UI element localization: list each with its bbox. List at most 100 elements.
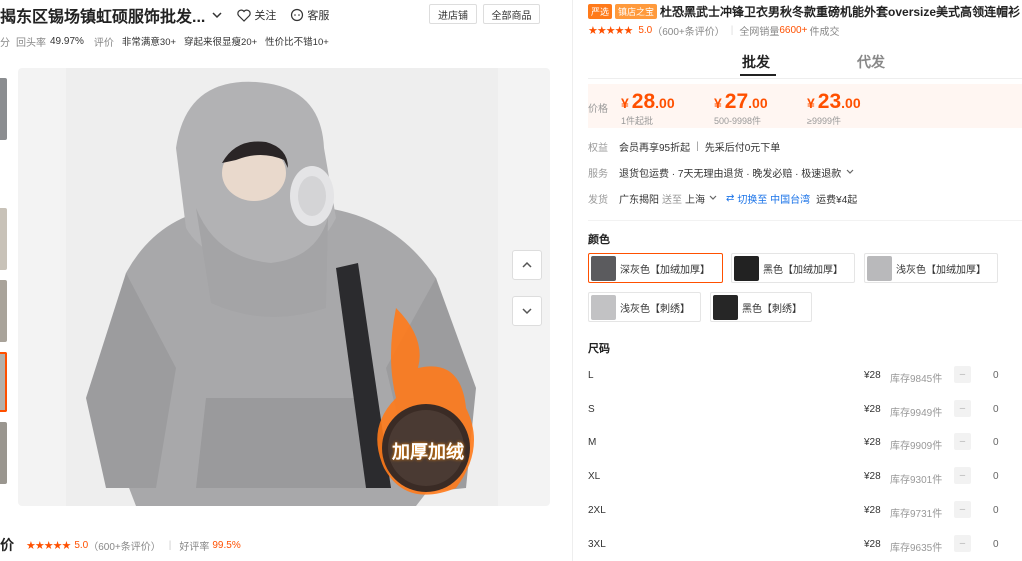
gallery-prev-button[interactable]	[512, 250, 542, 280]
sales-prefix: 全网销量	[739, 26, 780, 38]
shipping-fee: 运费¥4起	[816, 194, 858, 206]
review-tag[interactable]: 非常满意30+	[122, 34, 176, 48]
quantity-value[interactable]: 0	[993, 471, 999, 482]
size-row: XL ¥28 库存9301件 − 0	[588, 467, 1022, 487]
review-tag[interactable]: 性价比不错10+	[265, 34, 329, 48]
color-thumbnail	[734, 255, 759, 281]
decrease-button[interactable]: −	[954, 433, 971, 450]
product-review-count[interactable]: （600+条评价）	[652, 23, 725, 38]
currency: ¥	[714, 95, 722, 111]
benefits-row: 权益 会员再享95折起 | 先采后付0元下单	[588, 138, 780, 154]
star-rating-icon: ★★★★★	[26, 539, 71, 552]
size-row: 2XL ¥28 库存9731件 − 0	[588, 501, 1022, 521]
thumbnail[interactable]	[0, 422, 7, 484]
size-label: XL	[588, 471, 601, 482]
review-count[interactable]: （600+条评价）	[88, 538, 161, 553]
chevron-down-icon	[522, 308, 532, 315]
switch-icon: ⇄	[726, 192, 735, 204]
stats-prefix: 分	[0, 37, 10, 49]
follow-label: 关注	[254, 10, 277, 22]
thumbnail[interactable]	[0, 208, 7, 270]
customer-service-button[interactable]: 客服	[290, 7, 329, 23]
follow-button[interactable]: 关注	[237, 7, 276, 23]
color-thumbnail	[867, 255, 892, 281]
size-stock: 库存9731件	[890, 509, 943, 520]
all-products-button[interactable]: 全部商品	[483, 4, 540, 24]
decrease-button[interactable]: −	[954, 400, 971, 417]
sales-suffix: 件成交	[809, 26, 840, 38]
chevron-down-icon[interactable]	[708, 193, 718, 203]
shipping-destination[interactable]: 上海	[685, 191, 705, 206]
divider: |	[168, 539, 172, 551]
size-stock: 库存9301件	[890, 475, 943, 486]
review-label: 评价	[93, 37, 114, 49]
review-tag[interactable]: 穿起来很显瘦20+	[184, 34, 257, 48]
product-page: 揭东区锡场镇虹硕服饰批发... 关注 客服 进店铺 全部商品 分 回头率 49.…	[0, 0, 1022, 561]
enter-shop-button[interactable]: 进店铺	[429, 4, 477, 24]
quantity-value[interactable]: 0	[993, 505, 999, 516]
thumbnail-active[interactable]	[0, 352, 7, 412]
color-option[interactable]: 深灰色【加绒加厚】	[588, 253, 723, 283]
benefit-item[interactable]: 先采后付0元下单	[705, 139, 781, 154]
good-rate-value: 99.5%	[212, 539, 241, 551]
decrease-button[interactable]: −	[954, 535, 971, 552]
size-price: ¥28	[864, 505, 881, 516]
services-text[interactable]: 退货包运费 · 7天无理由退货 · 晚发必赔 · 极速退款	[619, 165, 841, 180]
color-thumbnail	[591, 294, 616, 320]
column-divider	[572, 0, 573, 561]
service-label: 客服	[307, 10, 330, 22]
color-option[interactable]: 浅灰色【刺绣】	[588, 292, 701, 322]
size-price: ¥28	[864, 404, 881, 415]
return-rate-label: 回头率	[16, 37, 46, 49]
shipping-label: 发货	[588, 194, 608, 206]
right-column: 严选 镇店之宝 杜恐黑武士冲锋卫衣男秋冬款重磅机能外套oversize美式高领连…	[588, 0, 1022, 561]
chevron-down-icon[interactable]	[845, 167, 855, 177]
tab-wholesale[interactable]: 批发	[742, 52, 770, 72]
tier-quantity: ≥9999件	[807, 116, 841, 126]
color-option[interactable]: 黑色【刺绣】	[710, 292, 812, 322]
divider	[588, 78, 1022, 79]
main-product-image[interactable]: 加厚加绒	[18, 68, 550, 506]
color-option[interactable]: 浅灰色【加绒加厚】	[864, 253, 998, 283]
quantity-value[interactable]: 0	[993, 370, 999, 381]
size-label: 2XL	[588, 505, 606, 516]
switch-region-link[interactable]: 切换至 中国台湾	[737, 191, 810, 206]
price-label: 价格	[588, 104, 608, 115]
color-option-label: 浅灰色【加绒加厚】	[896, 264, 986, 276]
shipping-origin: 广东揭阳	[619, 194, 659, 206]
sales-value: 6600+	[779, 24, 808, 36]
badge-store-treasure: 镇店之宝	[615, 3, 658, 19]
color-thumbnail	[713, 294, 738, 320]
decrease-button[interactable]: −	[954, 501, 971, 518]
thumbnail[interactable]	[0, 280, 7, 342]
color-option[interactable]: 黑色【加绒加厚】	[731, 253, 855, 283]
benefits-label: 权益	[588, 142, 608, 154]
review-title: 价	[0, 537, 14, 553]
quantity-value[interactable]: 0	[993, 539, 999, 550]
size-row: S ¥28 库存9949件 − 0	[588, 400, 1022, 420]
color-thumbnail	[591, 255, 616, 281]
price-int: 28	[631, 90, 656, 113]
price-tier: ¥23.00 ≥9999件	[807, 90, 861, 127]
size-stock: 库存9909件	[890, 441, 943, 452]
chevron-down-icon[interactable]	[211, 9, 223, 21]
product-title-row: 严选 镇店之宝 杜恐黑武士冲锋卫衣男秋冬款重磅机能外套oversize美式高领连…	[588, 3, 1020, 19]
badge-yanxuan: 严选	[588, 3, 613, 19]
quantity-value[interactable]: 0	[993, 437, 999, 448]
review-score: 5.0	[74, 539, 89, 551]
size-price: ¥28	[864, 471, 881, 482]
service-icon	[291, 8, 304, 22]
size-stock: 库存9845件	[890, 374, 943, 385]
gallery-next-button[interactable]	[512, 296, 542, 326]
quantity-value[interactable]: 0	[993, 404, 999, 415]
tier-quantity: 1件起批	[621, 116, 654, 126]
services-label: 服务	[588, 168, 608, 180]
tab-dropship[interactable]: 代发	[857, 52, 885, 72]
return-rate-value: 49.97%	[50, 35, 84, 47]
shop-name[interactable]: 揭东区锡场镇虹硕服饰批发...	[0, 3, 205, 27]
benefit-item[interactable]: 会员再享95折起	[619, 139, 690, 154]
decrease-button[interactable]: −	[954, 366, 971, 383]
thumbnail[interactable]	[0, 78, 7, 140]
decrease-button[interactable]: −	[954, 467, 971, 484]
price-block: 价格 ¥28.00 1件起批 ¥27.00 500-9998件 ¥23.00 ≥…	[588, 84, 1022, 128]
